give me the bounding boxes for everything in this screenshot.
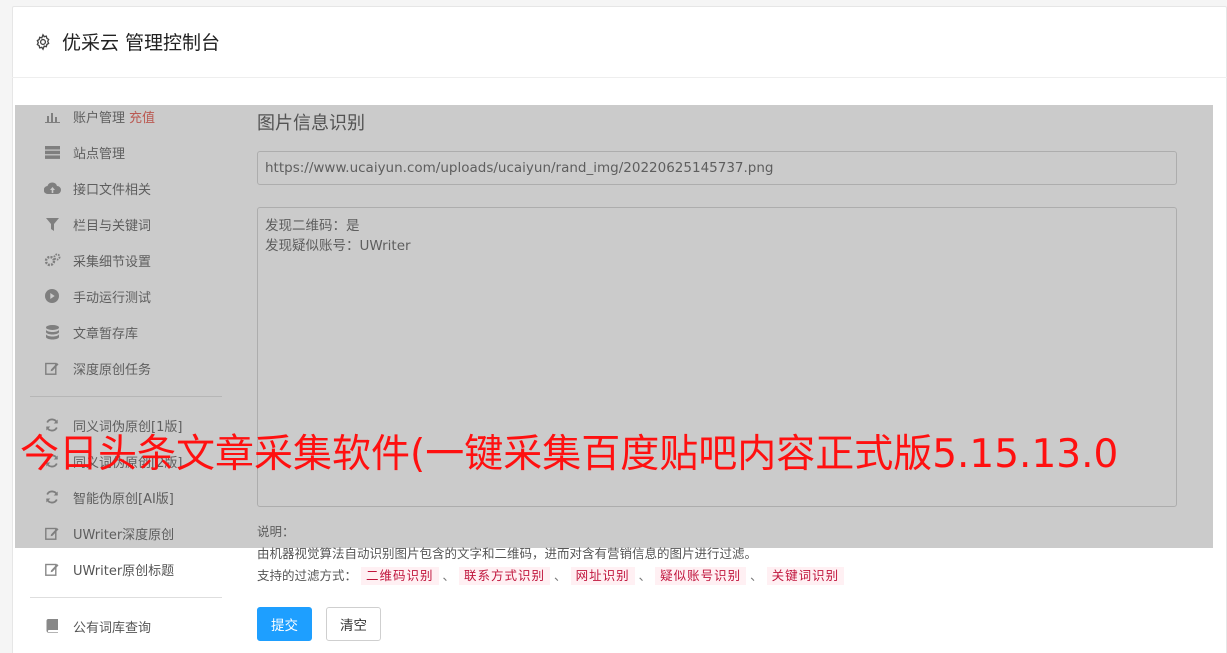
sidebar-item-deep-original[interactable]: 深度原创任务	[30, 350, 222, 386]
filter-tag: 关键词识别	[766, 567, 845, 585]
sidebar-item-label: 同义词伪原创[2版]	[73, 455, 183, 471]
description: 说明： 由机器视觉算法自动识别图片包含的文字和二维码，进而对含有营销信息的图片进…	[257, 521, 1177, 587]
sidebar-item-label: 公有词库查询	[73, 620, 152, 636]
sidebar-item-label: 智能伪原创[AI版]	[73, 491, 174, 507]
sidebar-item-uwriter-deep[interactable]: UWriter深度原创	[30, 515, 222, 551]
sidebar-item-article-store[interactable]: 文章暂存库	[30, 314, 222, 350]
play-circle-icon	[43, 289, 61, 303]
sidebar: 账户管理 充值 站点管理 接口文件相关 栏目与关键词 采集细节设置 手动运行测试	[30, 98, 222, 644]
refresh-icon	[43, 418, 61, 432]
edit-icon	[43, 562, 61, 576]
sidebar-item-label: UWriter原创标题	[73, 563, 175, 579]
page-title: 优采云 管理控制台	[62, 32, 221, 54]
filter-label: 支持的过滤方式：	[257, 568, 358, 583]
filter-icon	[43, 217, 61, 231]
sidebar-item-columns-keywords[interactable]: 栏目与关键词	[30, 206, 222, 242]
sidebar-item-ai-rewrite[interactable]: 智能伪原创[AI版]	[30, 479, 222, 515]
sidebar-item-synonym-v1[interactable]: 同义词伪原创[1版]	[30, 407, 222, 443]
sidebar-divider	[30, 396, 222, 397]
sidebar-item-account[interactable]: 账户管理 充值	[30, 98, 222, 134]
tag-separator: 、	[554, 568, 567, 583]
cloud-upload-icon	[43, 182, 61, 195]
tag-separator: 、	[750, 568, 763, 583]
sidebar-item-synonym-v2[interactable]: 同义词伪原创[2版]	[30, 443, 222, 479]
filter-methods: 支持的过滤方式： 二维码识别、联系方式识别、网址识别、疑似账号识别、关键词识别	[257, 565, 1177, 587]
sidebar-item-label: 接口文件相关	[73, 182, 152, 198]
sidebar-item-label: 账户管理	[73, 110, 126, 126]
section-title: 图片信息识别	[257, 113, 365, 134]
sidebar-item-label: 同义词伪原创[1版]	[73, 419, 183, 435]
desc-label: 说明：	[257, 524, 295, 539]
sidebar-item-label: 深度原创任务	[73, 362, 152, 378]
submit-button[interactable]: 提交	[257, 607, 312, 641]
desc-text: 由机器视觉算法自动识别图片包含的文字和二维码，进而对含有营销信息的图片进行过滤。	[257, 546, 758, 561]
sidebar-item-label: 栏目与关键词	[73, 218, 152, 234]
sidebar-item-manual-run[interactable]: 手动运行测试	[30, 278, 222, 314]
result-line: 发现疑似账号：UWriter	[265, 238, 411, 254]
recharge-link[interactable]: 充值	[129, 107, 155, 126]
sidebar-item-uwriter-title[interactable]: UWriter原创标题	[30, 551, 222, 587]
action-buttons: 提交 清空	[257, 607, 1177, 641]
result-textarea[interactable]: 发现二维码：是 发现疑似账号：UWriter	[257, 207, 1177, 507]
sidebar-item-collect-settings[interactable]: 采集细节设置	[30, 242, 222, 278]
refresh-icon	[43, 454, 61, 468]
gear-icon	[36, 32, 50, 51]
sidebar-item-sites[interactable]: 站点管理	[30, 134, 222, 170]
filter-tag: 网址识别	[570, 567, 635, 585]
server-icon	[43, 145, 61, 159]
sidebar-item-label: 文章暂存库	[73, 326, 139, 342]
filter-tag: 二维码识别	[361, 567, 439, 585]
filter-tag: 联系方式识别	[459, 567, 551, 585]
tag-separator: 、	[442, 568, 456, 583]
sidebar-item-label: 采集细节设置	[73, 254, 152, 270]
sidebar-item-public-lexicon[interactable]: 公有词库查询	[30, 608, 222, 644]
clear-button[interactable]: 清空	[326, 607, 381, 641]
cogs-icon	[43, 253, 61, 267]
page-header: 优采云 管理控制台	[12, 6, 1227, 78]
sidebar-item-label: 手动运行测试	[73, 290, 152, 306]
sidebar-item-label: 站点管理	[73, 146, 126, 162]
image-url-input[interactable]: https://www.ucaiyun.com/uploads/ucaiyun/…	[257, 151, 1177, 185]
refresh-icon	[43, 490, 61, 504]
sidebar-item-interface-files[interactable]: 接口文件相关	[30, 170, 222, 206]
tag-separator: 、	[638, 568, 652, 583]
sidebar-item-label: UWriter深度原创	[73, 527, 175, 543]
filter-tag: 疑似账号识别	[655, 567, 747, 585]
database-icon	[43, 324, 61, 340]
bar-chart-icon	[43, 110, 61, 123]
edit-icon	[43, 361, 61, 375]
book-icon	[43, 619, 61, 633]
result-line: 发现二维码：是	[265, 218, 360, 234]
sidebar-divider	[30, 597, 222, 598]
edit-icon	[43, 526, 61, 540]
main-content: 图片信息识别 https://www.ucaiyun.com/uploads/u…	[257, 104, 1177, 641]
